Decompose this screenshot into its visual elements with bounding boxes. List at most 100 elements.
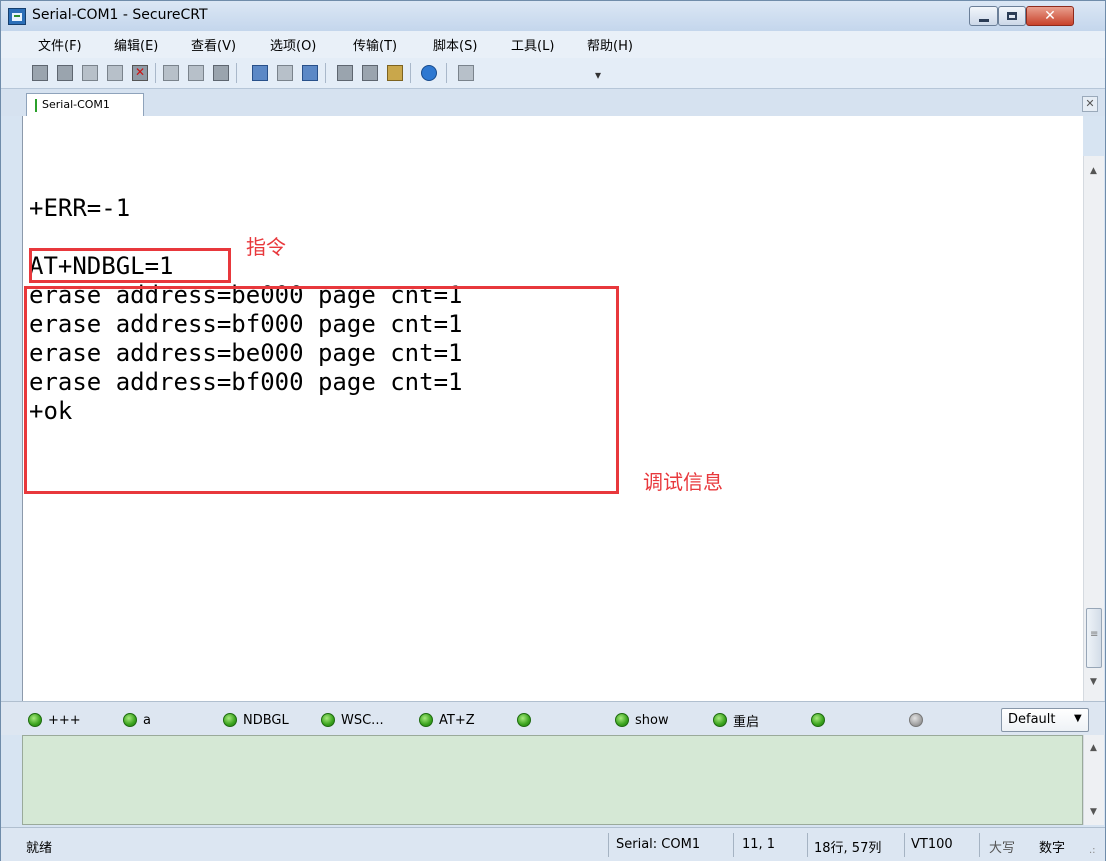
menu-edit[interactable]: 编辑(E): [114, 35, 158, 54]
scroll-up-icon[interactable]: ▲: [1090, 166, 1097, 176]
tab-bar: Serial-COM1 ✕: [1, 88, 1105, 117]
help-button[interactable]: [419, 63, 439, 83]
print-selection-button[interactable]: [275, 63, 295, 83]
global-options-button[interactable]: [360, 63, 380, 83]
connect-tab-icon: [82, 65, 98, 81]
session-options-button[interactable]: [335, 63, 355, 83]
paste-button[interactable]: [186, 63, 206, 83]
minimize-icon: [978, 18, 989, 22]
scrollbar-thumb[interactable]: [1086, 608, 1102, 668]
disconnect-button[interactable]: [130, 63, 150, 83]
command-highlight-box: [29, 248, 231, 283]
paste-icon: [188, 65, 204, 81]
disconnect-icon: [132, 65, 148, 81]
status-bar: 就绪 Serial: COM1 11, 1 18行, 57列 VT100 大写 …: [1, 827, 1105, 861]
debug-info-annotation: 调试信息: [643, 470, 723, 494]
connect-tab-button[interactable]: [80, 63, 100, 83]
chevron-down-icon: ▼: [1074, 713, 1082, 724]
terminal-scrollbar[interactable]: ▲ ▼: [1083, 156, 1104, 701]
status-dot-icon: [123, 713, 137, 727]
status-separator: [904, 833, 905, 857]
maximize-button[interactable]: [998, 6, 1026, 26]
status-dot-icon: [517, 713, 531, 727]
chat-window-input[interactable]: [22, 735, 1083, 825]
reconnect-button[interactable]: [105, 63, 125, 83]
scroll-down-icon[interactable]: ▼: [1090, 807, 1097, 817]
print-selection-icon: [277, 65, 293, 81]
button-bar-item[interactable]: AT+Z: [419, 710, 475, 730]
status-cursor-position: 11, 1: [742, 837, 776, 852]
find-button[interactable]: [211, 63, 231, 83]
toolbar-overflow-icon[interactable]: ▾: [595, 68, 601, 82]
menu-options[interactable]: 选项(O): [270, 35, 316, 54]
status-separator: [979, 833, 980, 857]
command-annotation: 指令: [246, 235, 286, 259]
button-bar-item[interactable]: WSC...: [321, 710, 384, 730]
global-options-icon: [362, 65, 378, 81]
terminal-output[interactable]: +ERR=-1 AT+NDBGL=1 erase address=be000 p…: [22, 116, 1083, 701]
status-dot-icon: [811, 713, 825, 727]
keymap-button[interactable]: [385, 63, 405, 83]
securecrt-window: Serial-COM1 - SecureCRT ✕ 文件(F) 编辑(E) 查看…: [0, 0, 1106, 861]
button-bar-item[interactable]: 重启: [713, 710, 759, 730]
status-dot-icon: [909, 713, 923, 727]
toolbar-separator: [236, 63, 237, 83]
button-bar-item[interactable]: +++: [28, 710, 81, 730]
scroll-down-icon[interactable]: ▼: [1090, 677, 1097, 687]
menu-transfer[interactable]: 传输(T): [353, 35, 397, 54]
minimize-button[interactable]: [969, 6, 998, 26]
connect-icon: [32, 65, 48, 81]
quick-connect-button[interactable]: [55, 63, 75, 83]
button-bar-item[interactable]: [517, 710, 537, 730]
connect-button[interactable]: [30, 63, 50, 83]
menu-view[interactable]: 查看(V): [191, 35, 236, 54]
app-icon: [8, 8, 26, 25]
maximize-icon: [1007, 12, 1017, 20]
menu-file[interactable]: 文件(F): [38, 35, 82, 54]
title-bar[interactable]: Serial-COM1 - SecureCRT ✕: [1, 1, 1105, 31]
close-icon: ✕: [1044, 8, 1056, 24]
status-dot-icon: [615, 713, 629, 727]
status-connection: Serial: COM1: [616, 837, 701, 852]
close-tab-icon[interactable]: ✕: [1082, 96, 1098, 112]
button-bar-item[interactable]: show: [615, 710, 669, 730]
toolbar-separator: [155, 63, 156, 83]
button-bar-item[interactable]: [909, 710, 929, 730]
reconnect-icon: [107, 65, 123, 81]
copy-button[interactable]: [161, 63, 181, 83]
button-bar-item[interactable]: NDBGL: [223, 710, 289, 730]
sftp-button[interactable]: [456, 63, 476, 83]
close-button[interactable]: ✕: [1026, 6, 1074, 26]
tab-serial-com1[interactable]: Serial-COM1: [26, 93, 144, 117]
status-dot-icon: [223, 713, 237, 727]
print-setup-button[interactable]: [300, 63, 320, 83]
toolbar-separator: [446, 63, 447, 83]
status-terminal-size: 18行, 57列: [814, 841, 882, 856]
printer-icon: [302, 65, 318, 81]
print-button[interactable]: [250, 63, 270, 83]
status-dot-icon: [713, 713, 727, 727]
session-options-icon: [337, 65, 353, 81]
menu-tools[interactable]: 工具(L): [511, 35, 554, 54]
terminal-line: +ERR=-1: [29, 194, 131, 222]
session-select-value: Default: [1008, 712, 1056, 727]
menu-help[interactable]: 帮助(H): [587, 35, 633, 54]
tab-label: Serial-COM1: [42, 98, 110, 111]
resize-grip-icon[interactable]: .:: [1089, 845, 1096, 856]
debug-info-highlight-box: [24, 286, 619, 494]
key-icon: [387, 65, 403, 81]
menu-script[interactable]: 脚本(S): [433, 35, 477, 54]
scroll-up-icon[interactable]: ▲: [1090, 743, 1097, 753]
help-icon: [421, 65, 437, 81]
status-num-lock: 数字: [1039, 841, 1066, 856]
toolbar-separator: [410, 63, 411, 83]
status-dot-icon: [419, 713, 433, 727]
sftp-icon: [458, 65, 474, 81]
button-bar-session-select[interactable]: Default ▼: [1001, 708, 1089, 732]
status-emulation: VT100: [911, 837, 953, 852]
button-bar-item[interactable]: a: [123, 710, 151, 730]
status-caps-lock: 大写: [989, 841, 1016, 856]
button-bar-item[interactable]: [811, 710, 831, 730]
chat-window-scrollbar[interactable]: ▲ ▼: [1083, 735, 1104, 825]
quick-connect-icon: [57, 65, 73, 81]
